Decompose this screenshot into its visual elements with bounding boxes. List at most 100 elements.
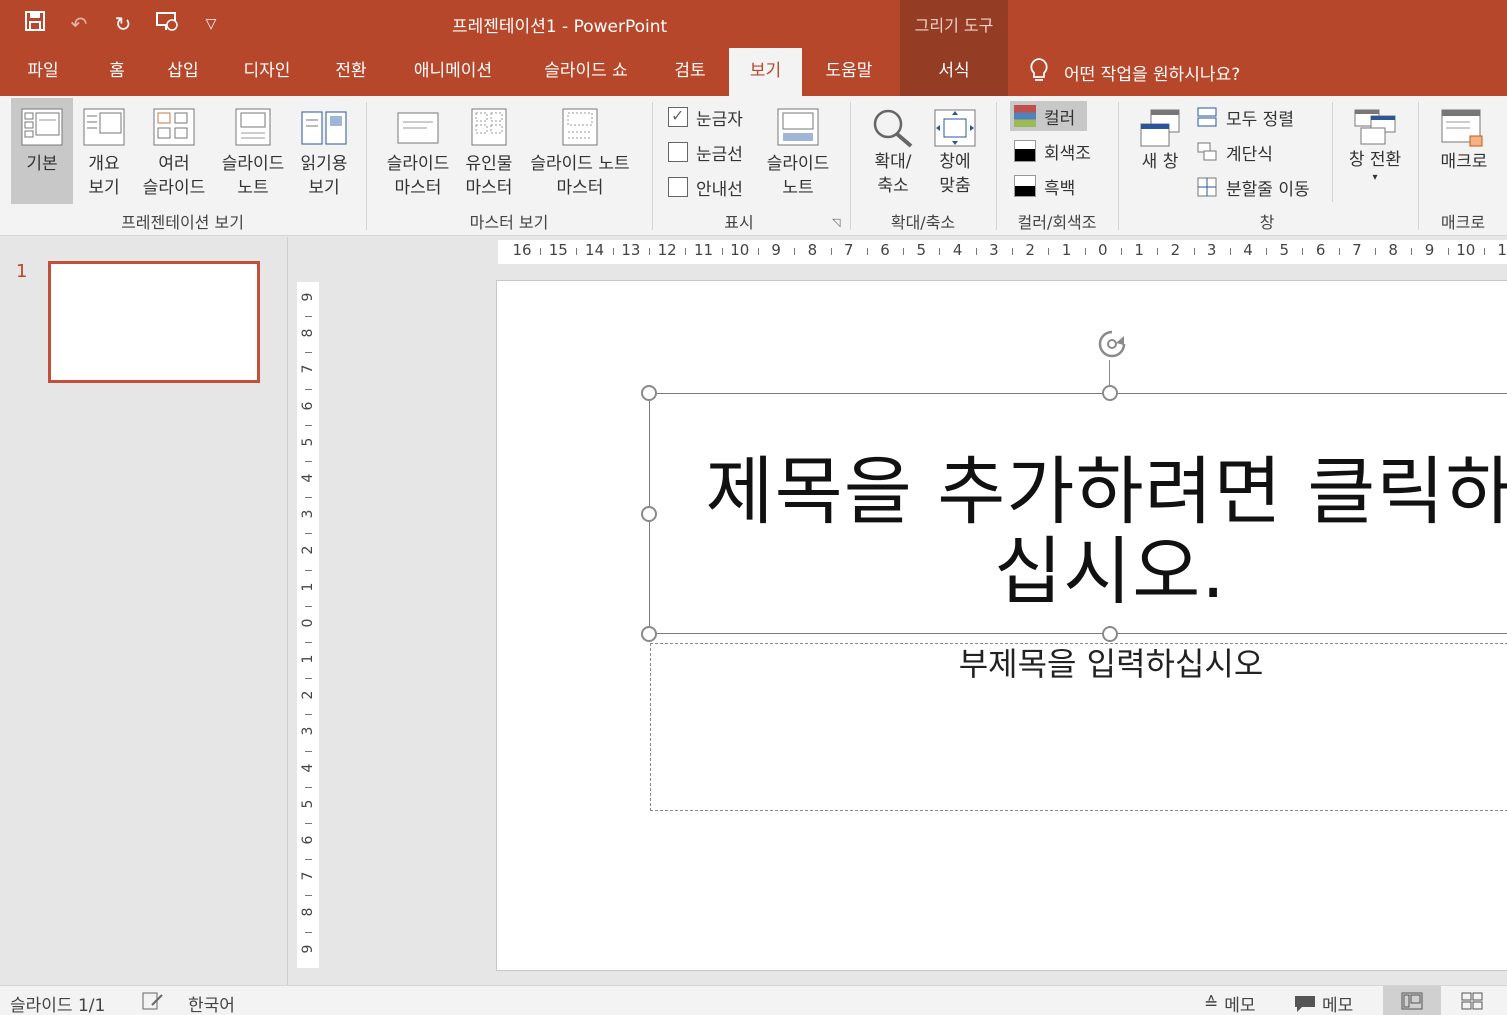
resize-handle-bottom-left[interactable] <box>641 626 657 642</box>
guides-checkbox[interactable]: 안내선 <box>668 172 743 202</box>
resize-handle-bottom-center[interactable] <box>1102 626 1118 642</box>
ruler-tick-label: 4 <box>952 241 963 259</box>
ruler-checkbox[interactable]: 눈금자 <box>668 102 743 132</box>
thumbnail-number: 1 <box>16 261 28 282</box>
tab-help[interactable]: 도움말 <box>812 48 886 96</box>
ruler-tick-label: 1 <box>1061 241 1072 259</box>
grayscale-swatch-icon <box>1014 140 1036 162</box>
black-white-button[interactable]: 흑백 <box>1014 171 1075 201</box>
reading-view-button[interactable]: 읽기용 보기 <box>294 98 354 204</box>
notes-master-button[interactable]: 슬라이드 노트 마스터 <box>520 98 640 204</box>
switch-windows-arrow-icon: ▾ <box>1372 172 1378 183</box>
color-button[interactable]: 컬러 <box>1010 101 1088 131</box>
vertical-ruler[interactable]: 9 8 7 6 5 4 3 2 1 0 1 2 3 4 5 6 7 8 9 <box>297 282 319 968</box>
move-split-button[interactable]: 분할줄 이동 <box>1196 172 1310 202</box>
guides-check-icon[interactable] <box>668 177 688 197</box>
tab-transitions[interactable]: 전환 <box>320 48 382 96</box>
handout-master-button[interactable]: 유인물 마스터 <box>460 98 518 204</box>
tab-file[interactable]: 파일 <box>10 48 76 96</box>
slide-master-button[interactable]: 슬라이드 마스터 <box>378 98 458 204</box>
subtitle-text[interactable]: 부제목을 입력하십시오 <box>651 644 1507 684</box>
tab-insert[interactable]: 삽입 <box>152 48 214 96</box>
fit-window-icon <box>934 109 976 147</box>
ruler-tick-label: 9 <box>771 241 781 259</box>
zoom-label: 확대/ <box>874 152 912 172</box>
fit-window-label-2: 맞춤 <box>939 176 971 196</box>
normal-view-status-button[interactable] <box>1383 986 1441 1015</box>
redo-icon[interactable]: ↻ <box>110 12 136 36</box>
new-window-button[interactable]: 새 창 <box>1130 98 1190 204</box>
resize-handle-top-center[interactable] <box>1102 385 1118 401</box>
ruler-tick-mark <box>305 424 312 426</box>
ruler-tick-label: 9 <box>300 944 316 954</box>
rotate-handle-icon[interactable] <box>1094 326 1130 362</box>
resize-handle-middle-left[interactable] <box>641 506 657 522</box>
color-group-label: 컬러/회색조 <box>1017 213 1097 232</box>
title-placeholder[interactable]: 제목을 추가하려면 클릭하 십시오. <box>649 393 1507 634</box>
title-line-1: 제목을 추가하려면 클릭하 <box>705 449 1507 535</box>
gridlines-check-icon[interactable] <box>668 142 688 162</box>
ribbon-tabs: 파일 홈 삽입 디자인 전환 애니메이션 슬라이드 쇼 검토 보기 도움말 서식 <box>0 48 1507 96</box>
grayscale-button[interactable]: 회색조 <box>1014 136 1091 166</box>
macros-button[interactable]: 매크로 <box>1428 98 1500 204</box>
tab-review[interactable]: 검토 <box>660 48 720 96</box>
ruler-label: 눈금자 <box>696 109 743 130</box>
reading-view-label-2: 보기 <box>308 178 340 198</box>
tab-animations[interactable]: 애니메이션 <box>396 48 510 96</box>
ribbon-separator <box>652 102 653 230</box>
horizontal-ruler[interactable]: 16 15 14 13 12 11 10 9 8 7 6 5 4 3 2 1 0 1 2 3 4 5 6 7 8 9 10 1 <box>498 240 1507 264</box>
normal-view-button[interactable]: 기본 <box>11 98 73 204</box>
arrange-all-button[interactable]: 모두 정렬 <box>1196 102 1294 132</box>
zoom-button[interactable]: 확대/ 축소 <box>862 98 924 204</box>
title-text[interactable]: 제목을 추가하려면 클릭하 십시오. <box>650 452 1507 612</box>
slide-thumbnail[interactable] <box>48 261 260 383</box>
notes-toggle[interactable]: ≙ 메모 <box>1204 991 1256 1015</box>
switch-windows-label: 창 전환 <box>1348 150 1402 170</box>
slide-sorter-button[interactable]: 여러 슬라이드 <box>136 98 212 204</box>
fit-to-window-button[interactable]: 창에 맞춤 <box>926 98 984 204</box>
ruler-tick-mark <box>305 533 312 535</box>
slide-sorter-status-button[interactable] <box>1443 986 1501 1015</box>
ruler-tick-mark <box>939 248 941 255</box>
resize-handle-top-left[interactable] <box>641 385 657 401</box>
cascade-button[interactable]: 계단식 <box>1196 137 1273 167</box>
show-group-label: 표시 <box>724 213 754 232</box>
ruler-tick-mark <box>540 248 542 255</box>
lightbulb-icon <box>1028 57 1050 88</box>
subtitle-placeholder[interactable]: 부제목을 입력하십시오 <box>650 643 1507 811</box>
ruler-tick-label: 4 <box>300 763 316 773</box>
notes-page-button[interactable]: 슬라이드 노트 <box>214 98 292 204</box>
spellcheck-icon[interactable] <box>142 991 164 1015</box>
tab-format[interactable]: 서식 <box>900 48 1008 96</box>
normal-view-icon <box>21 108 63 146</box>
ruler-tick-mark <box>305 605 312 607</box>
notes-button[interactable]: 슬라이드 노트 <box>758 98 838 204</box>
customize-qat-icon[interactable]: ▽ <box>198 16 224 32</box>
ruler-tick-label: 9 <box>1424 241 1435 259</box>
ruler-tick-mark <box>305 316 312 318</box>
cascade-icon <box>1197 142 1217 161</box>
tab-slideshow[interactable]: 슬라이드 쇼 <box>524 48 648 96</box>
ruler-check-icon[interactable] <box>668 106 688 127</box>
tab-home[interactable]: 홈 <box>90 48 144 96</box>
dialog-launcher-icon[interactable]: ◹ <box>832 216 840 229</box>
save-icon[interactable] <box>22 10 48 37</box>
slide-master-label-2: 마스터 <box>394 178 442 198</box>
ruler-tick-label: 1 <box>300 654 316 664</box>
title-bar: ↶ ↻ ▽ 프레젠테이션1 - PowerPoint <box>0 0 1507 48</box>
comments-toggle[interactable]: 메모 <box>1294 991 1353 1015</box>
ruler-tick-label: 10 <box>1456 241 1476 259</box>
macros-icon <box>1441 109 1483 147</box>
tell-me-search[interactable]: 어떤 작업을 원하시나요? <box>1028 50 1240 94</box>
ruler-tick-label: 0 <box>1098 241 1108 259</box>
gridlines-checkbox[interactable]: 눈금선 <box>668 137 743 167</box>
undo-icon[interactable]: ↶ <box>66 12 92 36</box>
start-slideshow-icon[interactable] <box>154 10 180 37</box>
tab-view[interactable]: 보기 <box>729 48 802 96</box>
gridlines-label: 눈금선 <box>696 144 743 165</box>
outline-view-button[interactable]: 개요 보기 <box>78 98 130 204</box>
outline-view-icon <box>83 108 125 146</box>
language-indicator[interactable]: 한국어 <box>188 991 235 1015</box>
switch-windows-button[interactable]: 창 전환 ▾ <box>1340 98 1410 204</box>
tab-design[interactable]: 디자인 <box>228 48 306 96</box>
